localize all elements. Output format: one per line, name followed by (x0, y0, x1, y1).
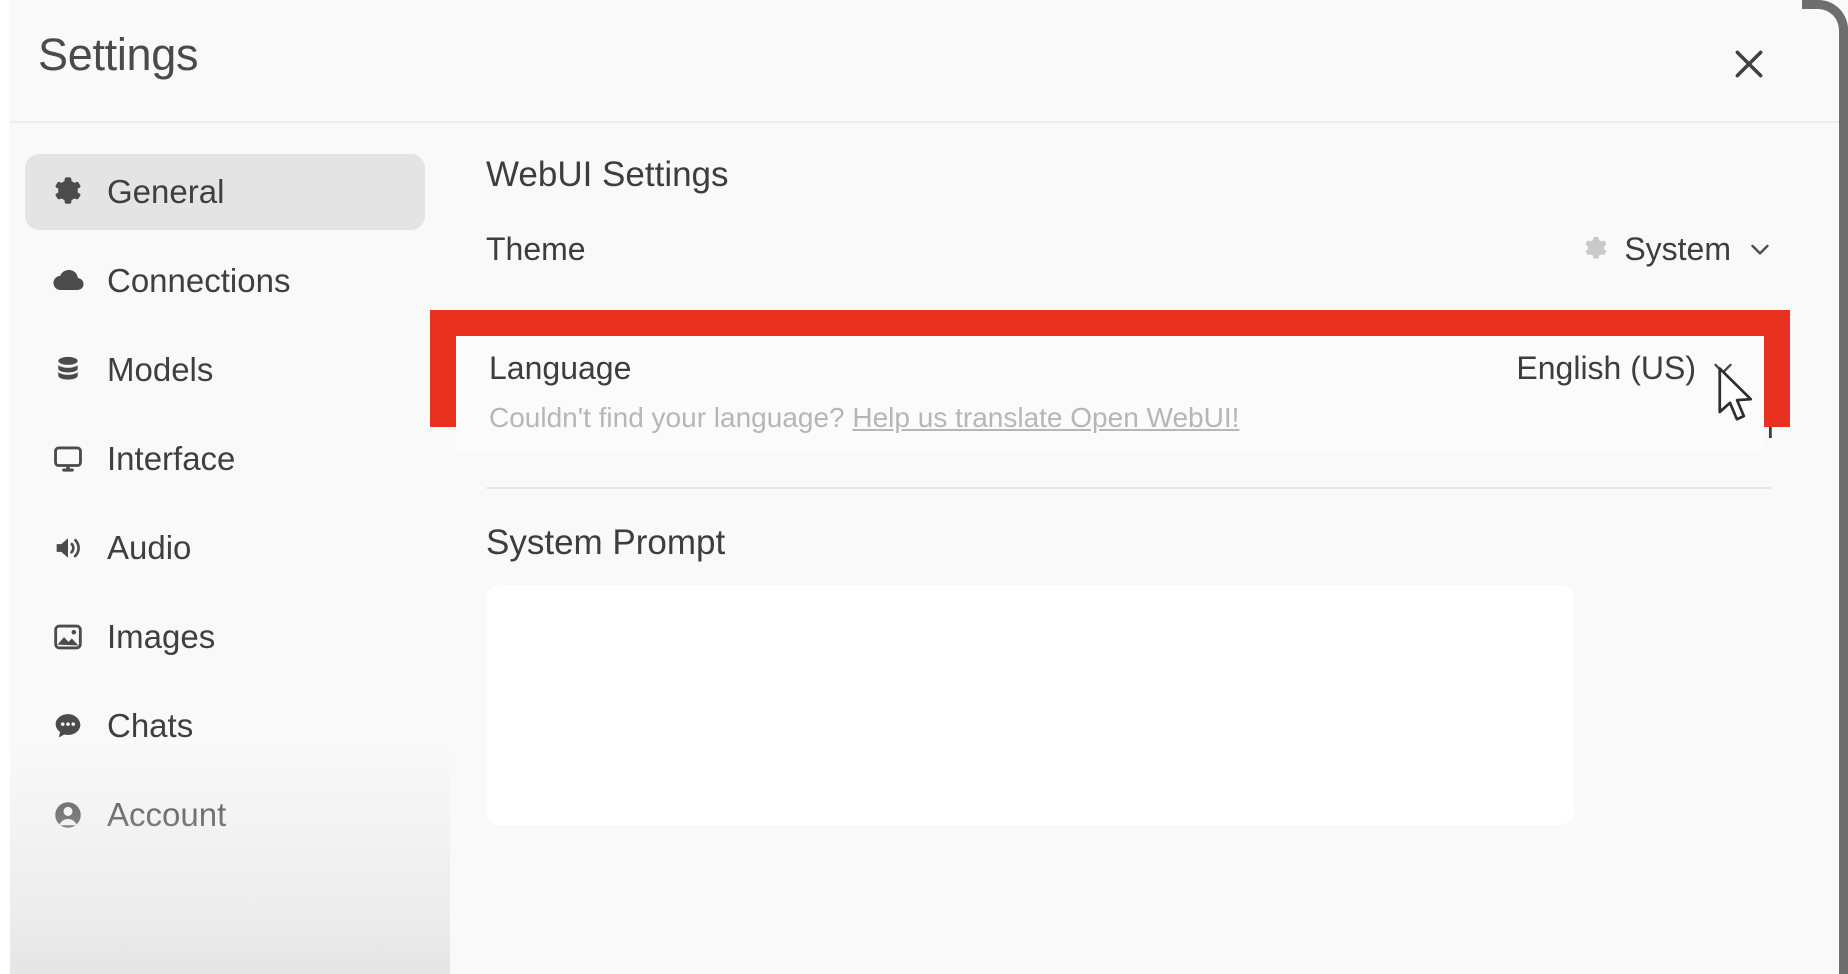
section-divider (486, 487, 1771, 489)
chevron-down-icon[interactable] (1708, 353, 1738, 383)
language-value: English (US) (1516, 349, 1696, 386)
theme-value: System (1624, 230, 1731, 267)
modal-header: Settings (0, 0, 1839, 123)
system-prompt-textarea[interactable] (486, 585, 1574, 825)
theme-setting-row[interactable]: Theme System (486, 221, 1775, 277)
language-label: Language (489, 349, 632, 386)
image-icon (47, 620, 89, 654)
translate-hint-text: Couldn't find your language? (489, 402, 845, 433)
translate-link[interactable]: Help us translate Open WebUI! (852, 402, 1239, 433)
sidebar-item-label: Chats (107, 707, 194, 744)
language-translate-hint: Couldn't find your language? Help us tra… (489, 394, 1764, 434)
sidebar-item-models[interactable]: Models (25, 332, 425, 408)
sidebar-item-label: Images (107, 618, 216, 655)
settings-modal: Settings General Connections Models Inte… (0, 0, 1848, 974)
sidebar-item-connections[interactable]: Connections (25, 243, 425, 319)
modal-left-edge (0, 0, 10, 974)
sidebar-item-account[interactable]: Account (25, 777, 425, 853)
language-value-selector[interactable]: English (US) (1516, 350, 1738, 387)
sidebar-item-label: General (107, 173, 225, 210)
monitor-icon (47, 442, 89, 476)
section-title-system-prompt: System Prompt (486, 523, 726, 562)
sidebar-item-audio[interactable]: Audio (25, 510, 425, 586)
cloud-icon (47, 263, 89, 299)
database-icon (47, 354, 89, 386)
chat-bubble-icon (47, 709, 89, 743)
sidebar-item-label: Models (107, 351, 214, 388)
sidebar-item-interface[interactable]: Interface (25, 421, 425, 497)
page-title: Settings (38, 29, 199, 80)
sidebar-item-label: Interface (107, 440, 236, 477)
gear-icon (1582, 235, 1610, 263)
settings-sidebar: General Connections Models Interface Aud… (0, 125, 450, 974)
sidebar-item-general[interactable]: General (25, 154, 425, 230)
settings-main-panel: WebUI Settings Theme System System Promp… (450, 125, 1839, 974)
sidebar-item-label: Connections (107, 262, 291, 299)
sidebar-item-chats[interactable]: Chats (25, 688, 425, 764)
close-icon[interactable] (1721, 36, 1777, 92)
modal-body: General Connections Models Interface Aud… (0, 125, 1839, 974)
user-circle-icon (47, 798, 89, 832)
theme-value-selector[interactable]: System (1582, 231, 1775, 268)
gear-icon (47, 175, 89, 209)
sidebar-item-images[interactable]: Images (25, 599, 425, 675)
theme-label: Theme (486, 230, 586, 267)
speaker-icon (47, 531, 89, 565)
language-setting-block: Language English (US) Couldn't find your… (456, 336, 1764, 453)
chevron-down-icon[interactable] (1745, 234, 1775, 264)
section-title-webui-settings: WebUI Settings (486, 155, 729, 194)
sidebar-item-label: Account (107, 796, 227, 833)
language-setting-row[interactable]: Language English (US) (489, 336, 1764, 394)
sidebar-item-label: Audio (107, 529, 192, 566)
